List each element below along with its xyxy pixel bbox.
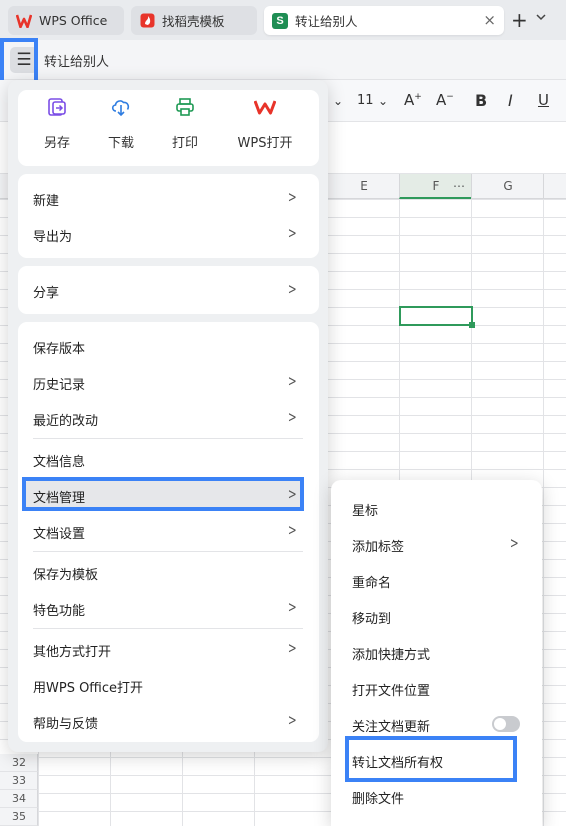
font-dropdown-arrow[interactable]: ⌄ <box>333 94 343 108</box>
print-icon <box>150 95 220 119</box>
tab-label: 转让给别人 <box>295 14 358 29</box>
tab-docer-templates[interactable]: 找稻壳模板 <box>131 6 257 35</box>
column-label: F <box>432 179 440 193</box>
download-icon <box>86 95 156 119</box>
chevron-right-icon: > <box>287 485 297 503</box>
italic-button[interactable]: I <box>508 91 513 110</box>
menu-item-open-in-wps[interactable]: 用WPS Office打开 <box>33 677 143 696</box>
wps-open-button[interactable]: WPS打开 <box>228 95 302 151</box>
menu-item-doc-info[interactable]: 文档信息 <box>33 451 85 470</box>
column-header-h[interactable] <box>543 174 566 199</box>
wps-logo-icon <box>16 13 32 29</box>
submenu-item-star[interactable]: 星标 <box>352 500 378 519</box>
submenu-item-transfer-ownership[interactable]: 转让文档所有权 <box>352 752 443 771</box>
menu-item-history[interactable]: 历史记录 <box>33 374 85 393</box>
submenu-item-follow-updates[interactable]: 关注文档更新 <box>352 716 430 735</box>
tab-wps-office[interactable]: WPS Office <box>8 6 124 35</box>
submenu-item-move-to[interactable]: 移动到 <box>352 608 391 627</box>
submenu-item-rename[interactable]: 重命名 <box>352 572 391 591</box>
menu-item-share[interactable]: 分享 <box>33 282 59 301</box>
menu-divider <box>33 438 303 439</box>
menu-item-open-with[interactable]: 其他方式打开 <box>33 641 111 660</box>
chevron-right-icon: > <box>287 280 297 298</box>
underline-button[interactable]: U <box>538 91 549 109</box>
menu-group-share <box>18 266 319 314</box>
menu-item-save-version[interactable]: 保存版本 <box>33 338 85 357</box>
quick-action-label: 打印 <box>171 136 198 151</box>
submenu-item-open-location[interactable]: 打开文件位置 <box>352 680 430 699</box>
more-icon[interactable]: ⋯ <box>453 174 466 199</box>
chevron-right-icon: > <box>287 598 297 616</box>
column-header-f[interactable]: F ⋯ <box>399 174 472 199</box>
menu-item-doc-management[interactable]: 文档管理 <box>33 487 85 506</box>
chevron-right-icon: > <box>287 372 297 390</box>
menu-button[interactable]: ☰ <box>10 47 38 73</box>
chevron-right-icon: > <box>287 224 297 242</box>
wps-open-icon <box>228 95 302 119</box>
chevron-right-icon: > <box>509 534 519 552</box>
doc-title: 转让给别人 <box>44 55 110 70</box>
row-header[interactable]: 35 <box>0 808 38 826</box>
follow-updates-toggle[interactable] <box>492 716 520 732</box>
menu-divider <box>33 551 303 552</box>
menu-item-new[interactable]: 新建 <box>33 190 59 209</box>
column-header-e[interactable]: E <box>327 174 400 199</box>
font-grow-icon: A <box>404 91 415 109</box>
menu-divider <box>33 628 303 629</box>
submenu-item-delete-file[interactable]: 删除文件 <box>352 788 404 807</box>
new-tab-button[interactable]: + <box>511 7 528 33</box>
chevron-right-icon: > <box>287 711 297 729</box>
chevron-right-icon: > <box>287 188 297 206</box>
tab-label: 找稻壳模板 <box>162 14 225 29</box>
menu-item-save-as-template[interactable]: 保存为模板 <box>33 564 98 583</box>
menu-item-features[interactable]: 特色功能 <box>33 600 85 619</box>
chevron-down-icon[interactable] <box>536 11 546 24</box>
hamburger-icon: ☰ <box>16 50 32 70</box>
font-grow-button[interactable]: A+ <box>404 91 422 109</box>
selected-cell[interactable] <box>399 306 475 328</box>
sheet-icon: S <box>272 12 288 29</box>
row-header[interactable]: 33 <box>0 772 38 790</box>
docer-icon <box>139 13 155 29</box>
download-button[interactable]: 下载 <box>86 95 156 151</box>
tab-label: WPS Office <box>39 13 108 28</box>
font-size-select[interactable]: 11 <box>357 93 374 108</box>
bold-button[interactable]: B <box>475 91 487 110</box>
close-icon[interactable]: × <box>483 12 496 28</box>
submenu-item-add-shortcut[interactable]: 添加快捷方式 <box>352 644 430 663</box>
font-shrink-button[interactable]: A− <box>436 91 454 109</box>
menu-item-export[interactable]: 导出为 <box>33 226 72 245</box>
save-as-button[interactable]: 另存 <box>22 95 92 151</box>
chevron-right-icon: > <box>287 408 297 426</box>
chevron-right-icon: > <box>287 521 297 539</box>
row-header[interactable]: 34 <box>0 790 38 808</box>
chevron-right-icon: > <box>287 639 297 657</box>
column-header-g[interactable]: G <box>471 174 544 199</box>
print-button[interactable]: 打印 <box>150 95 220 151</box>
submenu-item-add-tag[interactable]: 添加标签 <box>352 536 404 555</box>
grid-line <box>543 199 544 826</box>
quick-action-label: 下载 <box>107 136 134 151</box>
font-shrink-icon: A <box>436 91 447 109</box>
quick-action-label: WPS打开 <box>237 136 293 151</box>
row-header[interactable]: 32 <box>0 754 38 772</box>
font-size-dropdown-arrow[interactable]: ⌄ <box>378 94 388 108</box>
menu-group-new <box>18 174 319 258</box>
menu-item-recent-changes[interactable]: 最近的改动 <box>33 410 98 429</box>
menu-item-doc-settings[interactable]: 文档设置 <box>33 523 85 542</box>
tab-bar: WPS Office 找稻壳模板 S 转让给别人 × + <box>0 0 566 40</box>
tab-current-document[interactable]: S 转让给别人 × <box>264 6 504 35</box>
menu-item-help[interactable]: 帮助与反馈 <box>33 713 98 732</box>
save-as-icon <box>22 95 92 119</box>
quick-action-label: 另存 <box>43 136 70 151</box>
